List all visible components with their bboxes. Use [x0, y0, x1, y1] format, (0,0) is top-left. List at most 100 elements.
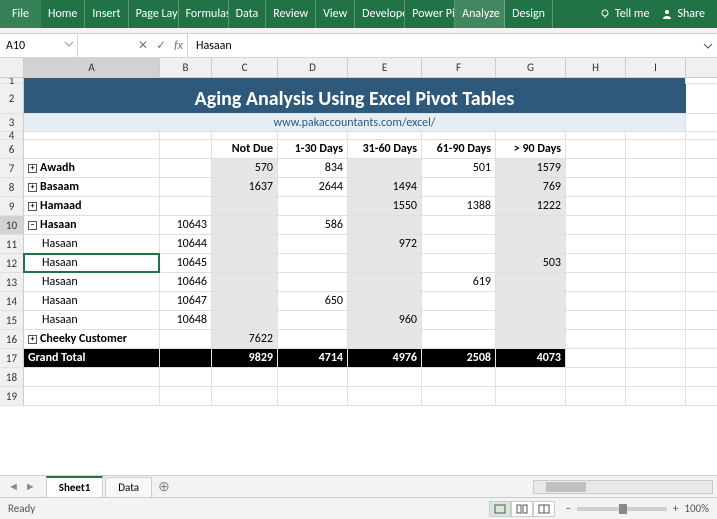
- expand-icon[interactable]: +: [28, 183, 37, 192]
- expand-icon[interactable]: +: [28, 335, 37, 344]
- col-header-A[interactable]: A: [24, 58, 160, 77]
- formula-bar[interactable]: Hasaan: [188, 34, 699, 57]
- cell[interactable]: 10646: [160, 273, 212, 291]
- row-header-9[interactable]: 9: [0, 197, 24, 215]
- tab-analyze[interactable]: Analyze: [455, 0, 505, 28]
- cell[interactable]: 10647: [160, 292, 212, 310]
- row-hasaan-child[interactable]: Hasaan: [24, 235, 160, 253]
- zoom-slider[interactable]: [577, 507, 667, 511]
- col-header-G[interactable]: G: [496, 58, 566, 77]
- cell[interactable]: 10645: [160, 254, 212, 272]
- row-header-4[interactable]: 4: [0, 132, 24, 139]
- sheet-tab-data[interactable]: Data: [105, 477, 152, 497]
- select-all-corner[interactable]: [0, 58, 24, 77]
- row-hasaan-child[interactable]: Hasaan: [24, 311, 160, 329]
- row-header-12[interactable]: 12: [0, 254, 24, 272]
- row-awadh[interactable]: +Awadh: [24, 159, 160, 177]
- zoom-out-icon[interactable]: −: [565, 502, 570, 515]
- cell[interactable]: 586: [278, 216, 348, 234]
- tab-power-pivot[interactable]: Power Pivot: [405, 0, 455, 28]
- row-header-11[interactable]: 11: [0, 235, 24, 253]
- col-header-H[interactable]: H: [566, 58, 626, 77]
- view-normal-icon[interactable]: [489, 501, 511, 517]
- row-header-13[interactable]: 13: [0, 273, 24, 291]
- row-hasaan-child[interactable]: Hasaan: [24, 273, 160, 291]
- row-header-18[interactable]: 18: [0, 368, 24, 386]
- row-header-7[interactable]: 7: [0, 159, 24, 177]
- zoom-level[interactable]: 100%: [684, 502, 709, 515]
- row-cheeky[interactable]: +Cheeky Customer: [24, 330, 160, 348]
- cell[interactable]: 570: [212, 159, 278, 177]
- sheet-tab-sheet1[interactable]: Sheet1: [46, 476, 104, 497]
- cancel-formula-icon[interactable]: ✕: [138, 38, 148, 53]
- row-header-17[interactable]: 17: [0, 349, 24, 367]
- col-header-C[interactable]: C: [212, 58, 278, 77]
- horizontal-scrollbar[interactable]: [533, 480, 713, 494]
- row-basaam[interactable]: +Basaam: [24, 178, 160, 196]
- cell[interactable]: 619: [422, 273, 496, 291]
- cell[interactable]: 2644: [278, 178, 348, 196]
- cell[interactable]: 1222: [496, 197, 566, 215]
- tab-file[interactable]: File: [0, 0, 41, 28]
- row-header-10[interactable]: 10: [0, 216, 24, 234]
- tab-developer[interactable]: Developer: [355, 0, 405, 28]
- row-header-2[interactable]: 2: [0, 84, 24, 113]
- zoom-in-icon[interactable]: +: [673, 502, 678, 515]
- cell[interactable]: 834: [278, 159, 348, 177]
- tab-view[interactable]: View: [316, 0, 355, 28]
- tab-insert[interactable]: Insert: [85, 0, 128, 28]
- row-hamaad[interactable]: +Hamaad: [24, 197, 160, 215]
- sheet-nav-next-icon[interactable]: ►: [25, 480, 36, 493]
- row-hasaan[interactable]: −Hasaan: [24, 216, 160, 234]
- view-page-layout-icon[interactable]: [511, 501, 533, 517]
- col-header-D[interactable]: D: [278, 58, 348, 77]
- cell[interactable]: 769: [496, 178, 566, 196]
- row-header-19[interactable]: 19: [0, 387, 24, 405]
- chevron-down-icon[interactable]: [64, 39, 74, 49]
- tell-me[interactable]: Tell me: [599, 7, 650, 21]
- row-header-14[interactable]: 14: [0, 292, 24, 310]
- cell[interactable]: 503: [496, 254, 566, 272]
- tab-formulas[interactable]: Formulas: [179, 0, 229, 28]
- cell[interactable]: 1579: [496, 159, 566, 177]
- cell[interactable]: 1637: [212, 178, 278, 196]
- collapse-icon[interactable]: −: [28, 221, 37, 230]
- cell[interactable]: 1550: [348, 197, 422, 215]
- grid-body[interactable]: 1 2 Aging Analysis Using Excel Pivot Tab…: [0, 78, 717, 475]
- col-header-I[interactable]: I: [626, 58, 686, 77]
- share-button[interactable]: Share: [661, 7, 705, 21]
- add-sheet-icon[interactable]: ⊕: [152, 478, 176, 495]
- cell[interactable]: 7622: [212, 330, 278, 348]
- cell[interactable]: 10648: [160, 311, 212, 329]
- col-header-E[interactable]: E: [348, 58, 422, 77]
- formula-expand-icon[interactable]: [699, 34, 717, 57]
- cell[interactable]: 10643: [160, 216, 212, 234]
- sheet-nav-prev-icon[interactable]: ◄: [8, 480, 19, 493]
- enter-formula-icon[interactable]: ✓: [156, 38, 166, 53]
- cell[interactable]: 501: [422, 159, 496, 177]
- view-page-break-icon[interactable]: [533, 501, 555, 517]
- col-header-B[interactable]: B: [160, 58, 212, 77]
- tab-page-layout[interactable]: Page Layout: [129, 0, 179, 28]
- row-hasaan-child[interactable]: Hasaan: [24, 292, 160, 310]
- row-header-16[interactable]: 16: [0, 330, 24, 348]
- cell[interactable]: 1388: [422, 197, 496, 215]
- row-header-6[interactable]: 6: [0, 140, 24, 158]
- cell[interactable]: 10644: [160, 235, 212, 253]
- tab-design[interactable]: Design: [505, 0, 553, 28]
- tab-home[interactable]: Home: [41, 0, 85, 28]
- expand-icon[interactable]: +: [28, 202, 37, 211]
- cell[interactable]: 1494: [348, 178, 422, 196]
- tab-review[interactable]: Review: [266, 0, 316, 28]
- name-box[interactable]: A10: [0, 34, 78, 57]
- row-header-8[interactable]: 8: [0, 178, 24, 196]
- row-hasaan-child[interactable]: Hasaan: [24, 254, 160, 272]
- cell[interactable]: 972: [348, 235, 422, 253]
- cell[interactable]: 960: [348, 311, 422, 329]
- expand-icon[interactable]: +: [28, 164, 37, 173]
- tab-data[interactable]: Data: [229, 0, 267, 28]
- fx-icon[interactable]: fx: [174, 39, 183, 53]
- col-header-F[interactable]: F: [422, 58, 496, 77]
- row-header-1[interactable]: 1: [0, 78, 24, 83]
- row-header-15[interactable]: 15: [0, 311, 24, 329]
